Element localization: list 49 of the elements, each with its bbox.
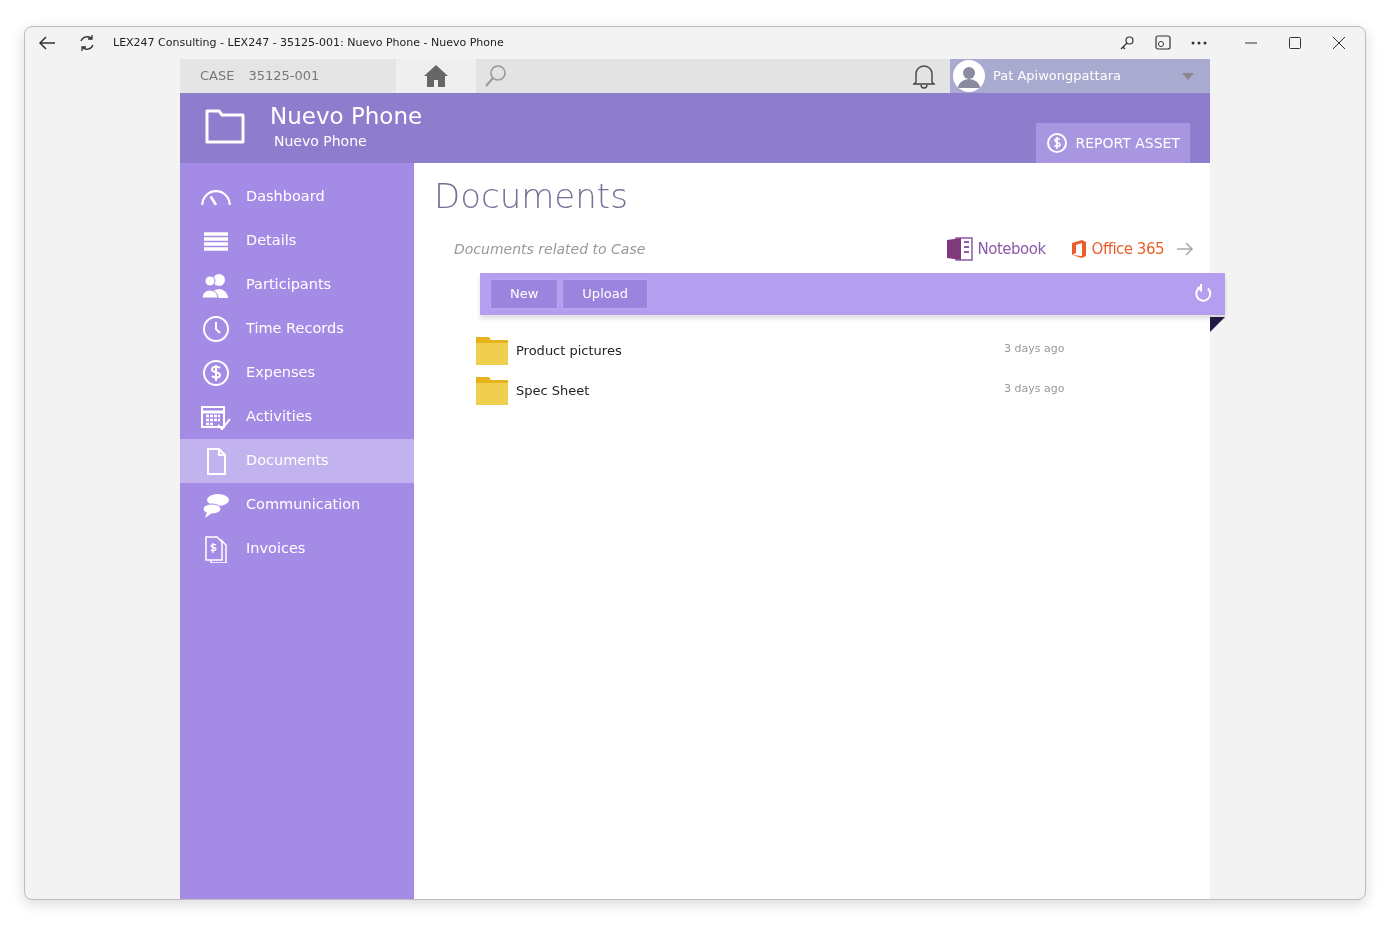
- dollar-icon: [1045, 132, 1068, 154]
- notebook-app-icon: [945, 236, 974, 262]
- folder-icon: [204, 109, 246, 145]
- case-subtitle: Nuevo Phone: [274, 132, 368, 151]
- user-menu[interactable]: Pat Apiwongpattara: [950, 59, 1210, 93]
- case-number: 35125-001: [248, 67, 320, 86]
- toolbar-corner-fold: [1210, 317, 1225, 332]
- toolbar-button[interactable]: New: [490, 279, 559, 309]
- home-icon: [423, 64, 449, 88]
- sidebar-item[interactable]: Communication: [180, 483, 414, 527]
- dropdown-caret-icon: [1182, 72, 1194, 80]
- minimize-icon: [1245, 42, 1257, 44]
- toolbar-button[interactable]: Upload: [562, 279, 648, 309]
- sidebar-item[interactable]: Details: [180, 219, 414, 263]
- modified-time: 3 days ago: [1004, 380, 1065, 397]
- notebook-link[interactable]: Notebook: [945, 236, 1046, 262]
- office-app-icon: [1069, 239, 1088, 259]
- file-name[interactable]: Spec Sheet: [516, 381, 1004, 401]
- sidebar-item[interactable]: Invoices: [180, 527, 414, 571]
- modified-time: 3 days ago: [1004, 340, 1065, 357]
- back-arrow-icon: [38, 36, 56, 50]
- case-title: Nuevo Phone: [270, 102, 423, 131]
- avatar: [953, 60, 985, 92]
- dollar-icon: [200, 359, 232, 387]
- clock-icon: [200, 315, 232, 343]
- window-title: LEX247 Consulting - LEX247 - 35125-001: Nuevo Phone - Nuevo Phone: [113, 34, 504, 51]
- section-subtitle: Documents related to Case: [454, 239, 646, 259]
- close-icon: [1333, 37, 1345, 49]
- folder-icon: [476, 337, 508, 365]
- page-title: Documents: [434, 175, 629, 217]
- sidebar-item[interactable]: Documents: [180, 439, 414, 483]
- search-icon: [484, 64, 508, 89]
- user-name: Pat Apiwongpattara: [993, 67, 1121, 86]
- sidebar-item[interactable]: Dashboard: [180, 175, 414, 219]
- sidebar-item[interactable]: Participants: [180, 263, 414, 307]
- chat-bubbles-icon: [200, 491, 232, 519]
- maximize-icon: [1289, 37, 1301, 49]
- case-label: CASE: [200, 67, 235, 86]
- office-365-link[interactable]: Office 365: [1069, 237, 1194, 261]
- arrow-right-icon: [1176, 242, 1194, 256]
- sidebar-item[interactable]: Activities: [180, 395, 414, 439]
- folder-icon: [476, 377, 508, 405]
- calendar-icon: [200, 403, 232, 431]
- sidebar-item[interactable]: Time Records: [180, 307, 414, 351]
- home-button[interactable]: [396, 59, 476, 93]
- sidebar-item[interactable]: Expenses: [180, 351, 414, 395]
- file-name[interactable]: Product pictures: [516, 341, 1004, 361]
- gauge-icon: [200, 187, 232, 207]
- report-asset-button[interactable]: REPORT ASSET: [1035, 123, 1190, 163]
